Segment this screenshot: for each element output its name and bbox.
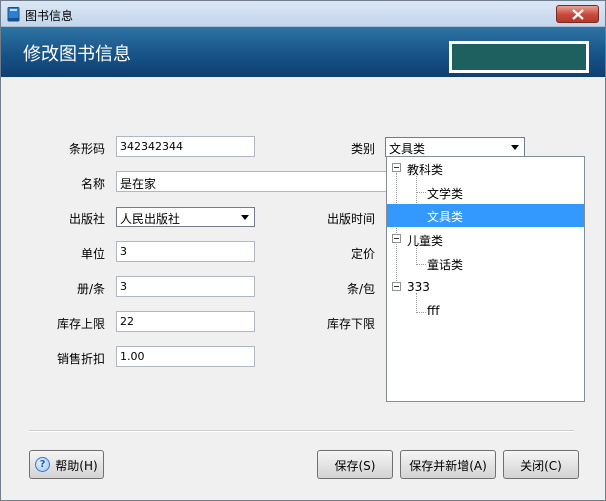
barcode-label: 条形码 [68, 142, 105, 156]
tree-item-label: 儿童类 [407, 234, 444, 248]
help-button-label: 帮助(H) [55, 459, 98, 473]
publisher-select[interactable]: 人民出版社 [116, 207, 255, 227]
help-button[interactable]: ? 帮助(H) [29, 450, 104, 479]
tree-item-label: 文具类 [427, 210, 464, 224]
chevron-down-icon [241, 215, 249, 220]
category-tree-dropdown[interactable]: 教科类 文学类 文具类 儿童类 童话类 333 fff [386, 156, 585, 402]
discount-field[interactable]: 1.00 [116, 346, 255, 367]
category-select[interactable]: 文具类 [385, 137, 525, 157]
stock-lower-label: 库存下限 [326, 317, 375, 331]
tree-item-label: 教科类 [407, 163, 444, 177]
unit-label: 单位 [80, 247, 105, 261]
save-button-label: 保存(S) [334, 459, 376, 473]
tree-item-textbook[interactable]: 教科类 [387, 157, 584, 180]
header-banner: 修改图书信息 [1, 27, 605, 77]
tree-item-fff[interactable]: fff [387, 300, 584, 323]
category-label: 类别 [350, 142, 375, 156]
close-window-button[interactable] [556, 5, 599, 23]
help-icon: ? [35, 457, 50, 472]
banner-logo-box [449, 41, 589, 73]
save-and-new-button[interactable]: 保存并新增(A) [400, 450, 496, 479]
page-title: 修改图书信息 [23, 44, 131, 65]
book-icon [7, 7, 20, 22]
tree-item-literature[interactable]: 文学类 [387, 181, 584, 204]
barcode-field[interactable]: 342342344 [116, 136, 255, 157]
collapse-icon[interactable] [392, 234, 401, 243]
volume-field[interactable]: 3 [116, 276, 255, 297]
book-info-window: 图书信息 修改图书信息 条形码 342342344 名称 是在家 出版社 人民出… [0, 0, 606, 501]
name-label: 名称 [80, 177, 105, 191]
tree-item-stationery[interactable]: 文具类 [387, 204, 584, 227]
price-label: 定价 [350, 247, 375, 261]
volume-label: 册/条 [76, 282, 105, 296]
pub-time-label: 出版时间 [326, 212, 375, 226]
save-button[interactable]: 保存(S) [317, 450, 393, 479]
tree-item-fairy-tale[interactable]: 童话类 [387, 252, 584, 275]
tree-item-label: 333 [407, 280, 430, 294]
category-select-value: 文具类 [389, 142, 426, 156]
close-icon [572, 9, 584, 20]
tree-item-children[interactable]: 儿童类 [387, 228, 584, 251]
publisher-select-value: 人民出版社 [120, 212, 181, 226]
tree-item-label: fff [427, 304, 440, 318]
close-button-label: 关闭(C) [520, 459, 562, 473]
stock-upper-field[interactable]: 22 [116, 311, 255, 332]
save-and-new-button-label: 保存并新增(A) [409, 459, 487, 473]
close-button[interactable]: 关闭(C) [503, 450, 579, 479]
per-pack-label: 条/包 [346, 282, 375, 296]
tree-item-label: 童话类 [427, 258, 464, 272]
stock-upper-label: 库存上限 [56, 317, 105, 331]
name-field[interactable]: 是在家 [116, 171, 388, 192]
publisher-label: 出版社 [68, 212, 105, 226]
tree-item-label: 文学类 [427, 187, 464, 201]
form-area: 条形码 342342344 名称 是在家 出版社 人民出版社 单位 3 册/条 … [1, 87, 605, 500]
collapse-icon[interactable] [392, 282, 401, 291]
discount-label: 销售折扣 [56, 352, 105, 366]
collapse-icon[interactable] [392, 163, 401, 172]
window-title: 图书信息 [25, 9, 74, 23]
unit-field[interactable]: 3 [116, 241, 255, 262]
title-bar: 图书信息 [1, 1, 605, 27]
tree-item-333[interactable]: 333 [387, 276, 584, 299]
footer-divider [29, 430, 574, 432]
chevron-down-icon [511, 145, 519, 150]
